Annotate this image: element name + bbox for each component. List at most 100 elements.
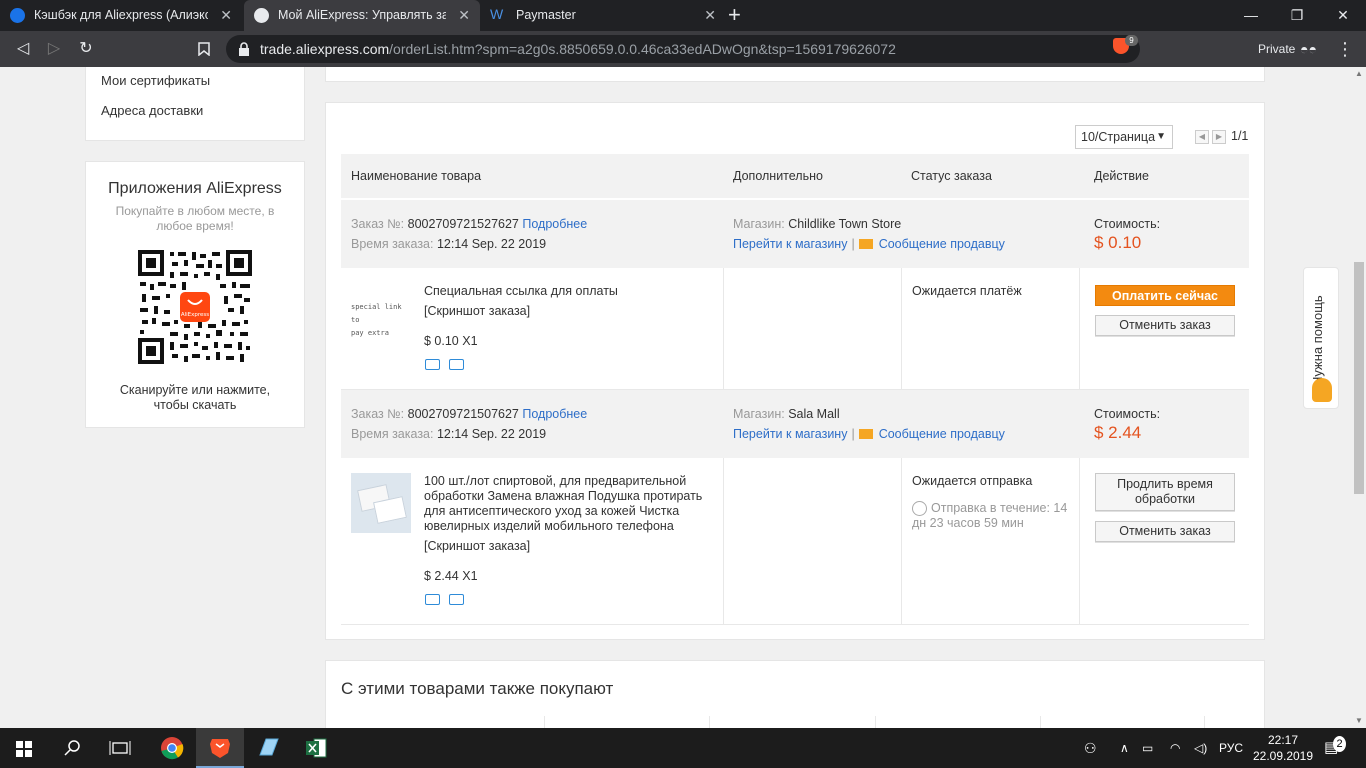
order-header-2: Заказ №: 8002709721507627 Подробнее Врем… xyxy=(341,390,1249,458)
private-glasses-icon: ◓◓ xyxy=(1300,41,1317,57)
store-actions: Перейти к магазину | Сообщение продавцу xyxy=(733,237,1005,251)
chevron-down-icon: ▼ xyxy=(1156,131,1166,142)
address-bar[interactable]: trade.aliexpress.com/orderList.htm?spm=a… xyxy=(226,35,1140,63)
private-label: Private xyxy=(1258,42,1296,56)
close-tab-icon[interactable]: ✕ xyxy=(458,0,470,31)
qr-code[interactable]: AliExpress xyxy=(136,248,254,366)
clock-date: 22.09.2019 xyxy=(1252,749,1314,763)
store-actions: Перейти к магазину | Сообщение продавцу xyxy=(733,427,1005,441)
order-status: Ожидается отправка xyxy=(912,474,1033,488)
sidebar-item-certificates[interactable]: Мои сертификаты xyxy=(101,73,210,88)
start-button[interactable] xyxy=(0,728,48,768)
order-status: Ожидается платёж xyxy=(912,284,1022,298)
store-name: Childlike Town Store xyxy=(788,217,902,231)
bookmark-icon[interactable] xyxy=(191,37,217,61)
return-icon[interactable] xyxy=(449,594,464,605)
cancel-order-button[interactable]: Отменить заказ xyxy=(1095,315,1235,336)
notification-count-badge: 2 xyxy=(1333,736,1346,752)
excel-app-icon[interactable] xyxy=(292,728,340,768)
order-price: $ 2.44 xyxy=(1094,423,1142,442)
envelope-icon xyxy=(858,239,873,249)
brave-app-icon[interactable] xyxy=(196,728,244,768)
order-time: 12:14 Sep. 22 2019 xyxy=(436,237,547,251)
qty-price: $ 2.44 X1 xyxy=(424,569,478,583)
pay-now-button[interactable]: Оплатить сейчас xyxy=(1095,285,1235,306)
order-details-link[interactable]: Подробнее xyxy=(522,407,587,421)
store-name: Sala Mall xyxy=(788,407,840,421)
product-name-link[interactable]: 100 шт./лот спиртовой, для предварительн… xyxy=(424,474,714,534)
message-seller-link[interactable]: Сообщение продавцу xyxy=(879,427,1005,441)
aliexpress-favicon-icon xyxy=(254,8,269,23)
prev-page-button[interactable]: ◀ xyxy=(1195,130,1209,144)
browser-tab-bar: Кэшбэк для Aliexpress (Алиэкспресс ✕ Мой… xyxy=(0,0,1366,31)
order-snapshot-link[interactable]: [Скриншот заказа] xyxy=(424,304,530,318)
order-details-link[interactable]: Подробнее xyxy=(522,217,587,231)
next-page-button[interactable]: ▶ xyxy=(1212,130,1226,144)
taskbar-clock[interactable]: 22:17 22.09.2019 xyxy=(1252,732,1314,764)
app-download-panel: Приложения AliExpress Покупайте в любом … xyxy=(85,161,305,428)
scrollbar-thumb[interactable] xyxy=(1354,262,1364,494)
scroll-up-icon[interactable]: ▲ xyxy=(1352,67,1366,81)
per-page-select[interactable]: 10/Страница ▼ xyxy=(1075,125,1173,149)
help-tab-label: Нужна помощь xyxy=(1310,295,1325,386)
product-name-link[interactable]: Специальная ссылка для оплаты xyxy=(424,284,714,299)
browser-tab-cashback[interactable]: Кэшбэк для Aliexpress (Алиэкспресс ✕ xyxy=(0,0,242,31)
shield-count-badge: 9 xyxy=(1125,35,1138,46)
browser-tab-aliexpress[interactable]: Мой AliExpress: Управлять заказа ✕ xyxy=(244,0,480,31)
product-thumbnail[interactable] xyxy=(351,473,411,533)
qr-brand-text: AliExpress xyxy=(181,312,209,318)
message-seller-link[interactable]: Сообщение продавцу xyxy=(879,237,1005,251)
language-indicator[interactable]: РУС xyxy=(1219,728,1243,768)
order-header-1: Заказ №: 8002709721527627 Подробнее Врем… xyxy=(341,200,1249,268)
help-tab[interactable]: Нужна помощь xyxy=(1303,267,1339,409)
qty-price: $ 0.10 X1 xyxy=(424,334,478,348)
store-line: Магазин: Childlike Town Store xyxy=(733,217,902,231)
product-thumbnail[interactable]: special link to pay extra xyxy=(351,288,411,348)
battery-icon[interactable]: ▭ xyxy=(1142,728,1153,768)
cost-label: Стоимость: xyxy=(1094,407,1161,421)
cashback-favicon-icon xyxy=(10,8,25,23)
people-icon[interactable]: ⚇ xyxy=(1084,728,1097,768)
page-scrollbar[interactable]: ▲ ▼ xyxy=(1352,67,1366,728)
go-to-store-link[interactable]: Перейти к магазину xyxy=(733,237,847,251)
go-to-store-link[interactable]: Перейти к магазину xyxy=(733,427,847,441)
search-icon[interactable] xyxy=(48,728,96,768)
order-number: 8002709721527627 xyxy=(407,217,519,231)
browser-tab-paymaster[interactable]: W Paymaster ✕ xyxy=(482,0,726,31)
delivery-icon[interactable] xyxy=(425,359,440,370)
order-snapshot-link[interactable]: [Скриншот заказа] xyxy=(424,539,530,553)
tray-expand-icon[interactable]: ∧ xyxy=(1120,728,1129,768)
new-tab-button[interactable]: + xyxy=(728,2,741,28)
wifi-icon[interactable]: ◠ xyxy=(1170,728,1180,768)
page-viewport: Мои сертификаты Адреса доставки Приложен… xyxy=(0,67,1366,728)
close-tab-icon[interactable]: ✕ xyxy=(704,0,716,31)
chrome-app-icon[interactable] xyxy=(148,728,196,768)
back-button[interactable]: ◁ xyxy=(10,37,36,61)
also-bought-panel: С этими товарами также покупают xyxy=(325,660,1265,728)
sidebar-item-addresses[interactable]: Адреса доставки xyxy=(101,103,203,118)
header-status: Статус заказа xyxy=(911,169,992,183)
task-view-icon[interactable] xyxy=(96,728,144,768)
delivery-icon[interactable] xyxy=(425,594,440,605)
reload-button[interactable]: ↻ xyxy=(73,37,99,61)
extend-processing-button[interactable]: Продлить время обработки xyxy=(1095,473,1235,511)
windows-taskbar: ⚇ ∧ ▭ ◠ ◁) РУС 22:17 22.09.2019 ▤ 2 xyxy=(0,728,1366,768)
scroll-down-icon[interactable]: ▼ xyxy=(1352,714,1366,728)
apps-title: Приложения AliExpress xyxy=(108,180,282,197)
close-window-button[interactable]: ✕ xyxy=(1320,0,1366,31)
browser-menu-icon[interactable]: ⋮ xyxy=(1336,31,1354,67)
restore-button[interactable]: ❐ xyxy=(1274,0,1320,31)
header-action: Действие xyxy=(1094,169,1149,183)
order-time: 12:14 Sep. 22 2019 xyxy=(436,427,547,441)
close-tab-icon[interactable]: ✕ xyxy=(220,0,232,31)
apps-subtitle-line2: любое время! xyxy=(156,219,234,233)
return-icon[interactable] xyxy=(449,359,464,370)
volume-icon[interactable]: ◁) xyxy=(1194,728,1207,768)
minimize-button[interactable]: — xyxy=(1228,0,1274,31)
cancel-order-button[interactable]: Отменить заказ xyxy=(1095,521,1235,542)
clock-time: 22:17 xyxy=(1267,733,1299,747)
thumb-text-1: special link to xyxy=(351,303,402,324)
tab-title: Кэшбэк для Aliexpress (Алиэкспресс xyxy=(34,8,208,22)
notes-app-icon[interactable] xyxy=(244,728,292,768)
forward-button[interactable]: ▷ xyxy=(41,37,67,61)
